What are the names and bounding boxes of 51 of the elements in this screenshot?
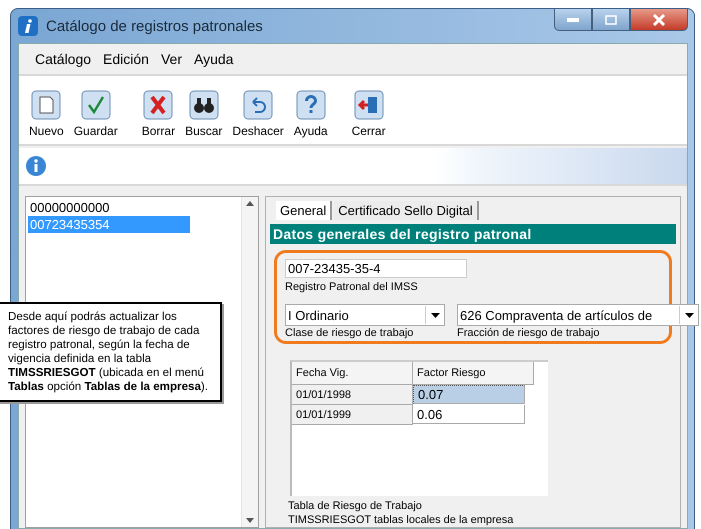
toolbar-button[interactable]: Cerrar: [350, 90, 388, 138]
table-cell: 01/01/1998: [292, 385, 413, 405]
question-mark-icon: [296, 90, 326, 120]
caret-icon: [430, 312, 440, 318]
field-label: Fracción de riesgo de trabajo: [457, 327, 600, 339]
section-header: Datos generales del registro patronal: [270, 224, 676, 244]
binoculars-icon: [188, 90, 219, 120]
table-cell: 01/01/1999: [292, 405, 413, 425]
dropdown[interactable]: 626 Compraventa de artículos de: [457, 304, 699, 326]
cross-icon: [143, 90, 174, 120]
tab[interactable]: General: [276, 201, 332, 220]
tab[interactable]: Certificado Sello Digital: [334, 201, 479, 220]
toolbar-button[interactable]: Deshacer: [230, 90, 286, 138]
field-label: Clase de riesgo de trabajo: [285, 327, 414, 339]
blank-page-icon: [31, 90, 62, 120]
toolbar-button[interactable]: Buscar: [183, 90, 224, 138]
close-button[interactable]: [630, 9, 688, 31]
info-app-icon: [18, 16, 38, 36]
toolbar-button[interactable]: Borrar: [140, 90, 178, 138]
input-field[interactable]: 007-23435-35-4: [285, 259, 467, 278]
caption-text: Tabla de Riesgo de Trabajo: [288, 500, 423, 512]
column-header[interactable]: Factor Riesgo: [413, 362, 534, 385]
scrollbar[interactable]: [241, 197, 258, 527]
window-title: Catálogo de registros patronales: [46, 18, 263, 34]
menu-item[interactable]: Edición: [103, 51, 149, 67]
list-item[interactable]: 00000000000: [28, 199, 190, 216]
menu-item[interactable]: Ayuda: [194, 51, 234, 67]
checkmark-icon: [80, 90, 111, 120]
dropdown[interactable]: I Ordinario: [285, 304, 445, 326]
field-label: Registro Patronal del IMSS: [285, 281, 419, 293]
menu-item[interactable]: Catálogo: [35, 51, 92, 67]
column-header[interactable]: Fecha Vig.: [292, 362, 413, 385]
callout-note: Desde aquí podrás actualizar los factores de riesgo de trabajo de cada registro patronal, según la fecha de vigencia definida en la tabla TIMSSRIESGOT (ubicada en el menú Tablas opción Tablas de la empresa).: [0, 302, 222, 402]
info-icon: [25, 155, 47, 177]
caret-icon: [684, 312, 694, 318]
minimize-button[interactable]: [554, 9, 592, 31]
exit-door-icon: [354, 90, 384, 120]
undo-icon: [243, 90, 274, 120]
close-icon: [652, 14, 666, 26]
caption-text: TIMSSRIESGOT tablas locales de la empresa: [288, 514, 514, 526]
toolbar-button[interactable]: Ayuda: [292, 90, 330, 138]
down-arrow-icon: [246, 518, 254, 523]
maximize-icon: [605, 14, 617, 24]
toolbar-button[interactable]: Guardar: [72, 90, 120, 138]
table-cell[interactable]: 0.06: [413, 405, 525, 424]
maximize-button[interactable]: [592, 9, 630, 31]
minimize-icon: [567, 18, 579, 22]
up-arrow-icon: [246, 201, 254, 206]
toolbar-button[interactable]: Nuevo: [27, 90, 66, 138]
table-cell[interactable]: 0.07: [413, 385, 525, 404]
menu-item[interactable]: Ver: [160, 51, 182, 67]
